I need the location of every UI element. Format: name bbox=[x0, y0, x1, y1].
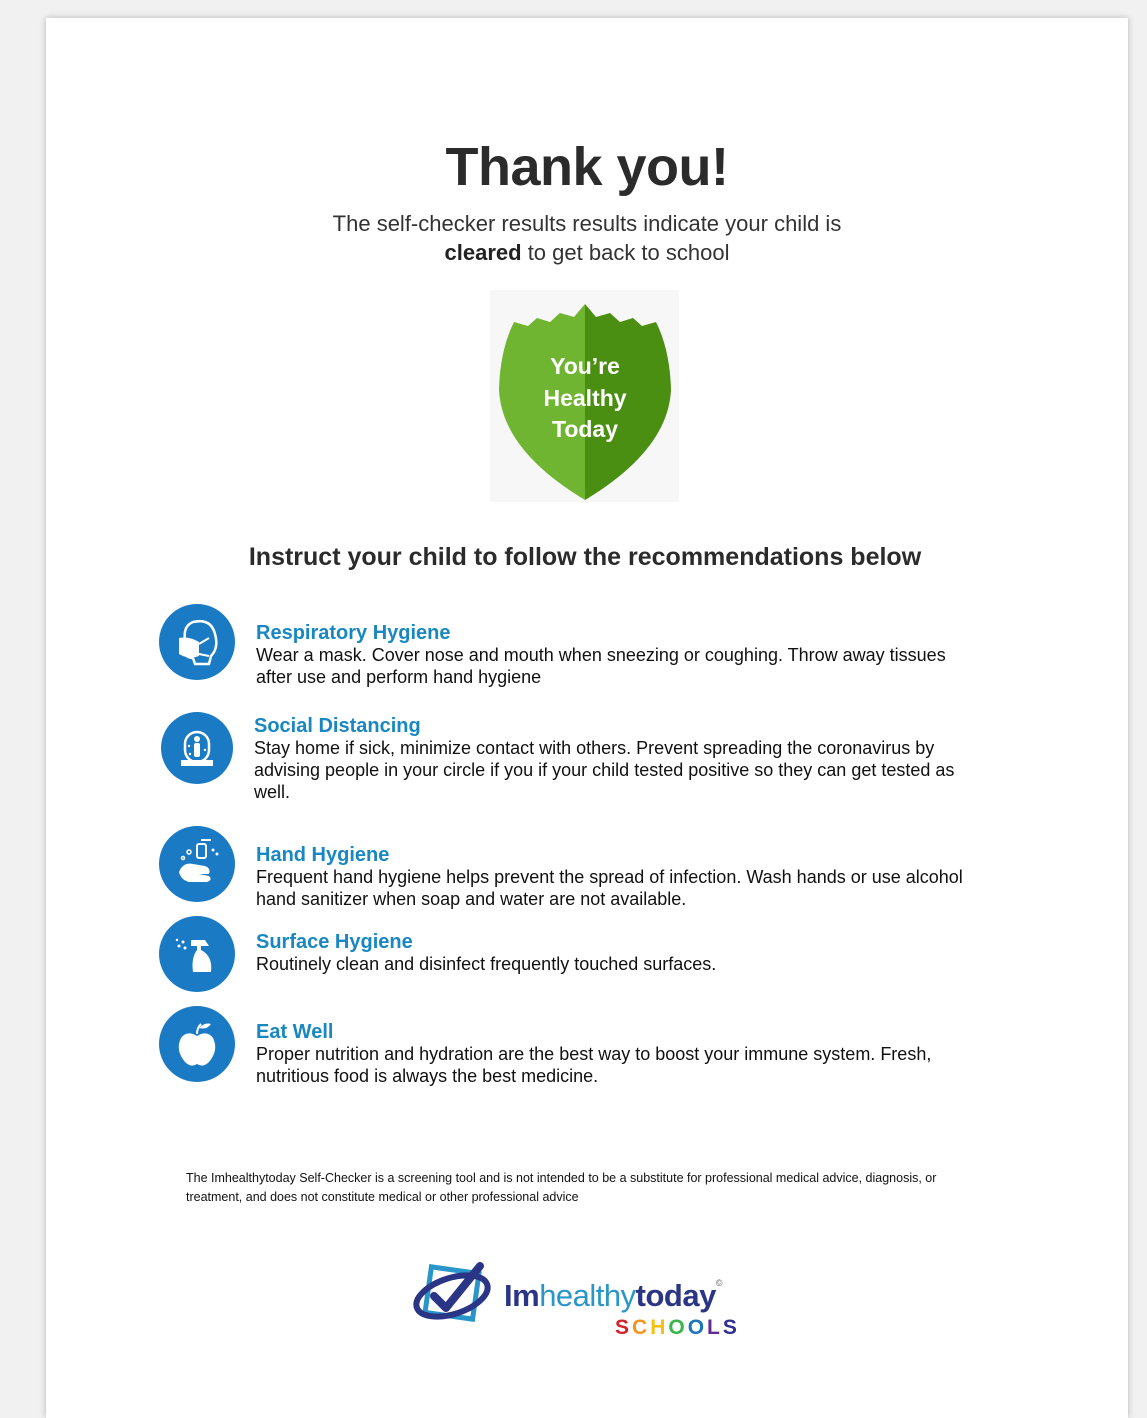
recommendation-body: Routinely clean and disinfect frequently… bbox=[256, 954, 717, 974]
logo-word-healthy: healthy bbox=[539, 1278, 636, 1313]
logo-schools-letter: O bbox=[668, 1316, 688, 1339]
recommendation-title: Hand Hygiene bbox=[256, 844, 390, 866]
logo-schools-letter: O bbox=[687, 1316, 708, 1339]
logo-schools-letter: C bbox=[632, 1316, 651, 1339]
apple-icon bbox=[159, 1006, 235, 1082]
badge-line2: Healthy bbox=[543, 385, 626, 411]
result-message-rest: to get back to school bbox=[521, 240, 730, 265]
page-title: Thank you! bbox=[445, 137, 729, 197]
logo-schools-letter: L bbox=[707, 1316, 723, 1339]
recommendation-eat-well: Eat Well Proper nutrition and hydration … bbox=[159, 1006, 999, 1086]
shield-icon: You’re Healthy Today bbox=[499, 304, 671, 500]
spray-bottle-icon bbox=[159, 916, 235, 992]
logo-schools-wordmark: SCHOOLS bbox=[615, 1316, 740, 1340]
result-message-line1: The self-checker results results indicat… bbox=[332, 211, 842, 236]
recommendation-surface-hygiene: Surface Hygiene Routinely clean and disi… bbox=[159, 916, 999, 996]
recommendation-respiratory-hygiene: Respiratory Hygiene Wear a mask. Cover n… bbox=[159, 604, 999, 694]
recommendation-title: Social Distancing bbox=[254, 715, 421, 737]
recommendation-title: Respiratory Hygiene bbox=[256, 622, 451, 644]
recommendation-body: Wear a mask. Cover nose and mouth when s… bbox=[256, 645, 946, 687]
logo-schools-letter: S bbox=[722, 1316, 740, 1339]
badge-line3: Today bbox=[552, 416, 618, 442]
recommendation-body: Stay home if sick, minimize contact with… bbox=[254, 738, 955, 802]
result-status: cleared bbox=[444, 240, 522, 265]
imhealthytoday-schools-logo: Imhealthytoday© SCHOOLS bbox=[412, 1252, 762, 1342]
recommendation-title: Eat Well bbox=[256, 1021, 334, 1043]
checkmark-logo-icon bbox=[413, 1262, 491, 1322]
mask-icon bbox=[159, 604, 235, 680]
recommendation-body: Proper nutrition and hydration are the b… bbox=[256, 1044, 932, 1086]
recommendations-heading: Instruct your child to follow the recomm… bbox=[248, 543, 922, 571]
logo-schools-letter: H bbox=[650, 1316, 669, 1339]
result-page: Thank you! The self-checker results resu… bbox=[46, 18, 1128, 1418]
badge-line1: You’re bbox=[550, 353, 620, 379]
logo-wordmark: Imhealthytoday© bbox=[504, 1278, 722, 1314]
logo-word-today: today bbox=[635, 1278, 717, 1313]
logo-copyright: © bbox=[715, 1278, 723, 1288]
distancing-icon bbox=[161, 712, 233, 784]
recommendation-hand-hygiene: Hand Hygiene Frequent hand hygiene helps… bbox=[159, 826, 999, 909]
recommendation-body: Frequent hand hygiene helps prevent the … bbox=[256, 867, 963, 909]
healthy-badge: You’re Healthy Today bbox=[490, 290, 679, 502]
logo-word-im: Im bbox=[504, 1278, 540, 1313]
recommendation-title: Surface Hygiene bbox=[256, 931, 413, 953]
disclaimer-text: The Imhealthytoday Self-Checker is a scr… bbox=[186, 1171, 937, 1204]
recommendation-social-distancing: Social Distancing Stay home if sick, min… bbox=[159, 712, 999, 822]
logo-schools-letter: S bbox=[615, 1316, 633, 1339]
hand-wash-icon bbox=[159, 826, 235, 902]
result-message: The self-checker results results indicat… bbox=[46, 209, 1128, 267]
